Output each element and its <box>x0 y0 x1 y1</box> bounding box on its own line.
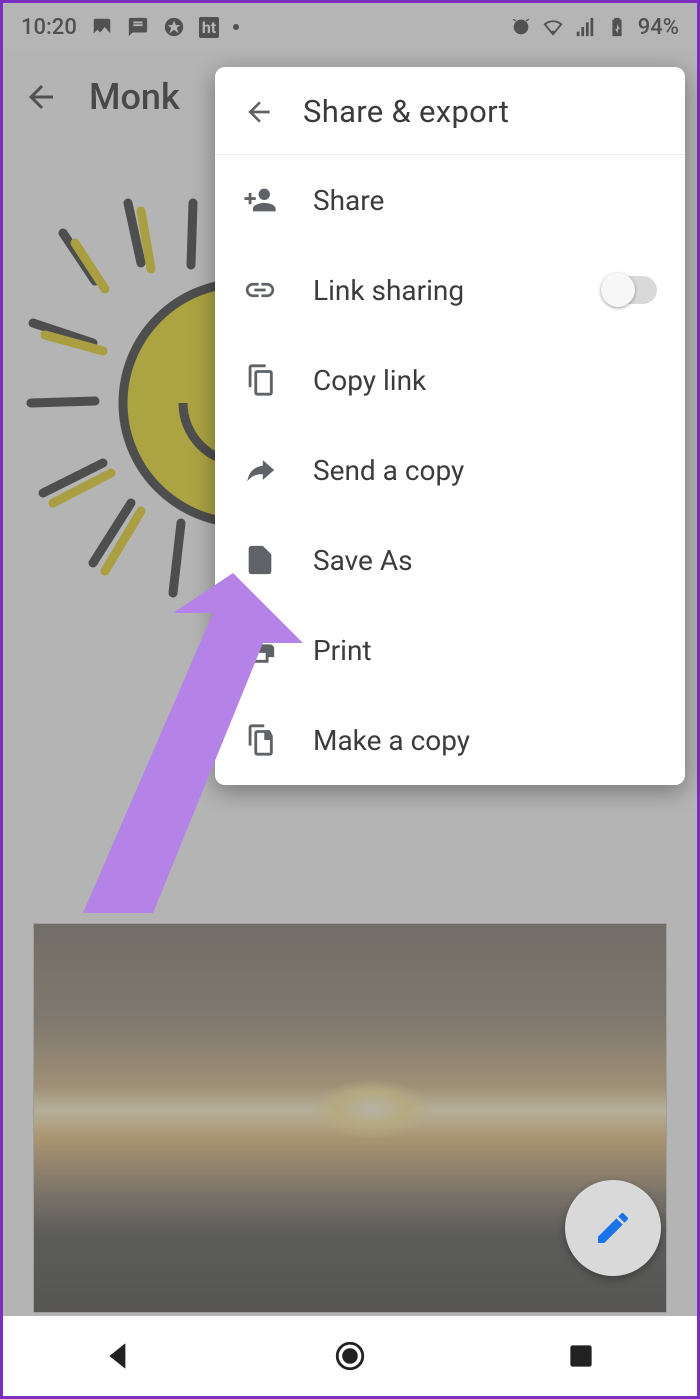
send-icon <box>243 453 277 487</box>
menu-item-make-copy[interactable]: Make a copy <box>215 695 685 785</box>
nav-back-icon[interactable] <box>102 1339 136 1373</box>
menu-label: Copy link <box>313 364 426 397</box>
menu-label: Link sharing <box>313 274 464 307</box>
menu-item-print[interactable]: Print <box>215 605 685 695</box>
duplicate-icon <box>243 723 277 757</box>
print-icon <box>243 633 277 667</box>
share-export-menu: Share & export Share Link sharing Copy l… <box>215 67 685 785</box>
person-add-icon <box>243 183 277 217</box>
menu-item-save-as[interactable]: Save As <box>215 515 685 605</box>
popup-title: Share & export <box>303 93 509 130</box>
popup-header: Share & export <box>215 67 685 155</box>
android-nav-bar <box>3 1316 697 1396</box>
menu-item-send-copy[interactable]: Send a copy <box>215 425 685 515</box>
menu-item-share[interactable]: Share <box>215 155 685 245</box>
menu-item-copy-link[interactable]: Copy link <box>215 335 685 425</box>
menu-label: Save As <box>313 544 413 577</box>
menu-label: Send a copy <box>313 454 464 487</box>
popup-back-icon[interactable] <box>243 96 275 128</box>
menu-item-link-sharing[interactable]: Link sharing <box>215 245 685 335</box>
menu-label: Print <box>313 634 372 667</box>
nav-recent-icon[interactable] <box>564 1339 598 1373</box>
device-frame: 10:20 ht 94% Monk <box>0 0 700 1399</box>
nav-home-icon[interactable] <box>333 1339 367 1373</box>
menu-label: Make a copy <box>313 724 470 757</box>
menu-label: Share <box>313 184 384 217</box>
pencil-icon <box>593 1208 633 1248</box>
file-icon <box>243 543 277 577</box>
copy-icon <box>243 363 277 397</box>
edit-fab[interactable] <box>565 1180 661 1276</box>
link-sharing-toggle[interactable] <box>601 276 657 304</box>
link-icon <box>243 273 277 307</box>
